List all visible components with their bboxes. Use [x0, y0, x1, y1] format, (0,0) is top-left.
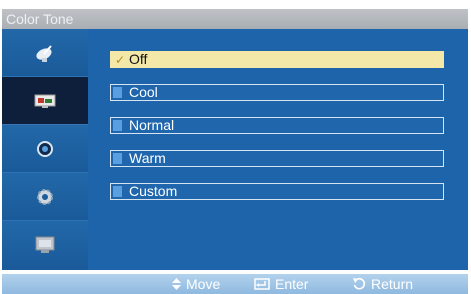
option-warm[interactable]: Warm [110, 150, 444, 167]
options-list: ✓ Off Cool Normal Warm Custom [88, 29, 468, 270]
satellite-dish-icon [36, 44, 52, 62]
option-off[interactable]: ✓ Off [110, 51, 444, 68]
check-icon: ✓ [115, 53, 126, 67]
enter-hint: Enter [254, 274, 308, 294]
option-marker [113, 120, 122, 131]
sidebar-item-input[interactable] [2, 29, 88, 77]
footer-hints: Move Enter Return [2, 274, 468, 294]
move-label: Move [186, 276, 221, 292]
gear-icon [37, 188, 53, 205]
option-marker [113, 153, 122, 164]
sidebar [2, 29, 88, 270]
monitor-icon [35, 236, 55, 253]
sound-icon [37, 140, 53, 157]
option-custom[interactable]: Custom [110, 183, 444, 200]
sidebar-item-multi-control[interactable] [2, 221, 88, 269]
osd-menu: Color Tone ✓ Off Cool Normal Warm Custom… [0, 0, 471, 294]
sidebar-item-sound[interactable] [2, 125, 88, 173]
option-marker [113, 87, 122, 98]
up-down-arrow-icon [172, 278, 181, 290]
picture-icon [34, 94, 56, 108]
move-hint: Move [172, 274, 220, 294]
sidebar-item-picture[interactable] [2, 77, 88, 125]
option-normal[interactable]: Normal [110, 117, 444, 134]
return-label: Return [371, 276, 414, 292]
menu-panel: ✓ Off Cool Normal Warm Custom [2, 29, 468, 270]
return-icon [353, 277, 366, 290]
return-hint: Return [352, 274, 413, 294]
enter-label: Enter [275, 276, 309, 292]
enter-icon [254, 278, 270, 290]
menu-title: Color Tone [2, 9, 468, 29]
option-marker [113, 186, 122, 197]
sidebar-item-setup[interactable] [2, 173, 88, 221]
option-cool[interactable]: Cool [110, 84, 444, 101]
